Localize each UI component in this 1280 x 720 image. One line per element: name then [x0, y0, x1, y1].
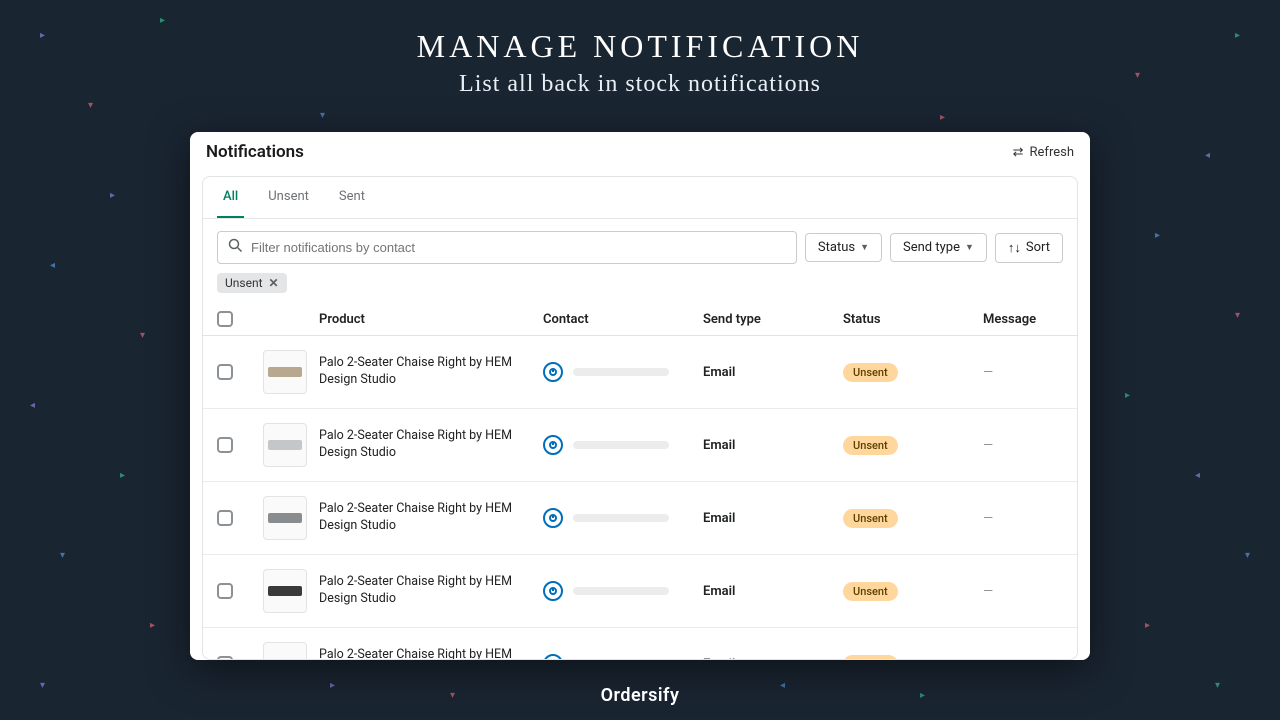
send-type-value: Email — [703, 584, 843, 599]
refresh-icon: ⇄ — [1013, 145, 1024, 160]
message-value: — — [983, 438, 1063, 453]
send-type-value: Email — [703, 511, 843, 526]
hero: MANAGE NOTIFICATION List all back in sto… — [0, 0, 1280, 98]
send-type-filter-button[interactable]: Send type ▼ — [890, 233, 987, 262]
status-badge: Unsent — [843, 363, 898, 382]
tab-unsent[interactable]: Unsent — [262, 177, 315, 218]
status-badge: Unsent — [843, 436, 898, 455]
page-title: Notifications — [206, 142, 304, 162]
contact-icon — [543, 508, 563, 528]
status-filter-label: Status — [818, 240, 855, 255]
table-row[interactable]: Palo 2-Seater Chaise Right by HEM Design… — [203, 409, 1077, 482]
brand-footer: Ordersify — [0, 685, 1280, 706]
table-row[interactable]: Palo 2-Seater Chaise Right by HEM Design… — [203, 336, 1077, 409]
col-message: Message — [983, 312, 1063, 327]
filter-chip-label: Unsent — [225, 276, 263, 290]
tab-sent[interactable]: Sent — [333, 177, 371, 218]
contact-placeholder — [573, 368, 669, 376]
contact-icon — [543, 362, 563, 382]
chevron-down-icon: ▼ — [965, 242, 974, 253]
table-row[interactable]: Palo 2-Seater Chaise Right by HEM Design… — [203, 555, 1077, 628]
product-thumbnail — [263, 496, 307, 540]
send-type-filter-label: Send type — [903, 240, 960, 255]
notifications-card: Notifications ⇄ Refresh All Unsent Sent … — [190, 132, 1090, 660]
search-icon — [228, 238, 243, 257]
product-thumbnail — [263, 642, 307, 659]
table-header: Product Contact Send type Status Message — [203, 303, 1077, 336]
contact-icon — [543, 581, 563, 601]
refresh-label: Refresh — [1030, 145, 1074, 160]
search-input[interactable] — [251, 240, 786, 255]
sort-icon: ↑↓ — [1008, 240, 1021, 256]
product-name: Palo 2-Seater Chaise Right by HEM Design… — [319, 501, 519, 535]
refresh-button[interactable]: ⇄ Refresh — [1013, 145, 1074, 160]
row-checkbox[interactable] — [217, 510, 233, 526]
col-contact: Contact — [543, 312, 703, 327]
product-thumbnail — [263, 569, 307, 613]
row-checkbox[interactable] — [217, 437, 233, 453]
col-send-type: Send type — [703, 312, 843, 327]
product-name: Palo 2-Seater Chaise Right by HEM Design… — [319, 428, 519, 462]
chevron-down-icon: ▼ — [860, 242, 869, 253]
send-type-value: Email — [703, 365, 843, 380]
row-checkbox[interactable] — [217, 583, 233, 599]
send-type-value: Email — [703, 438, 843, 453]
close-icon[interactable]: ✕ — [269, 276, 279, 290]
status-badge: Unsent — [843, 582, 898, 601]
contact-placeholder — [573, 514, 669, 522]
product-thumbnail — [263, 423, 307, 467]
contact-placeholder — [573, 587, 669, 595]
product-name: Palo 2-Seater Chaise Right by HEM Design… — [319, 574, 519, 608]
message-value: — — [983, 365, 1063, 380]
status-filter-button[interactable]: Status ▼ — [805, 233, 882, 262]
search-input-wrapper[interactable] — [217, 231, 797, 264]
col-status: Status — [843, 312, 983, 327]
sort-label: Sort — [1026, 240, 1050, 255]
product-thumbnail — [263, 350, 307, 394]
tabs: All Unsent Sent — [203, 177, 1077, 219]
tab-all[interactable]: All — [217, 177, 244, 218]
select-all-checkbox[interactable] — [217, 311, 233, 327]
hero-subtitle: List all back in stock notifications — [0, 71, 1280, 98]
col-product: Product — [263, 312, 543, 327]
table-row[interactable]: Palo 2-Seater Chaise Right by HEM Design… — [203, 628, 1077, 659]
row-checkbox[interactable] — [217, 656, 233, 659]
sort-button[interactable]: ↑↓ Sort — [995, 233, 1063, 263]
filter-chip-unsent[interactable]: Unsent ✕ — [217, 273, 287, 293]
contact-placeholder — [573, 441, 669, 449]
row-checkbox[interactable] — [217, 364, 233, 380]
message-value: — — [983, 511, 1063, 526]
message-value: — — [983, 657, 1063, 660]
send-type-value: Email — [703, 657, 843, 660]
status-badge: Unsent — [843, 655, 898, 660]
product-name: Palo 2-Seater Chaise Right by HEM Design… — [319, 355, 519, 389]
panel: All Unsent Sent Status ▼ Send type ▼ ↑↓ … — [202, 176, 1078, 660]
contact-icon — [543, 435, 563, 455]
hero-title: MANAGE NOTIFICATION — [0, 28, 1280, 65]
table-body: Palo 2-Seater Chaise Right by HEM Design… — [203, 336, 1077, 659]
table-row[interactable]: Palo 2-Seater Chaise Right by HEM Design… — [203, 482, 1077, 555]
message-value: — — [983, 584, 1063, 599]
product-name: Palo 2-Seater Chaise Right by HEM Design… — [319, 647, 519, 659]
contact-icon — [543, 654, 563, 659]
status-badge: Unsent — [843, 509, 898, 528]
